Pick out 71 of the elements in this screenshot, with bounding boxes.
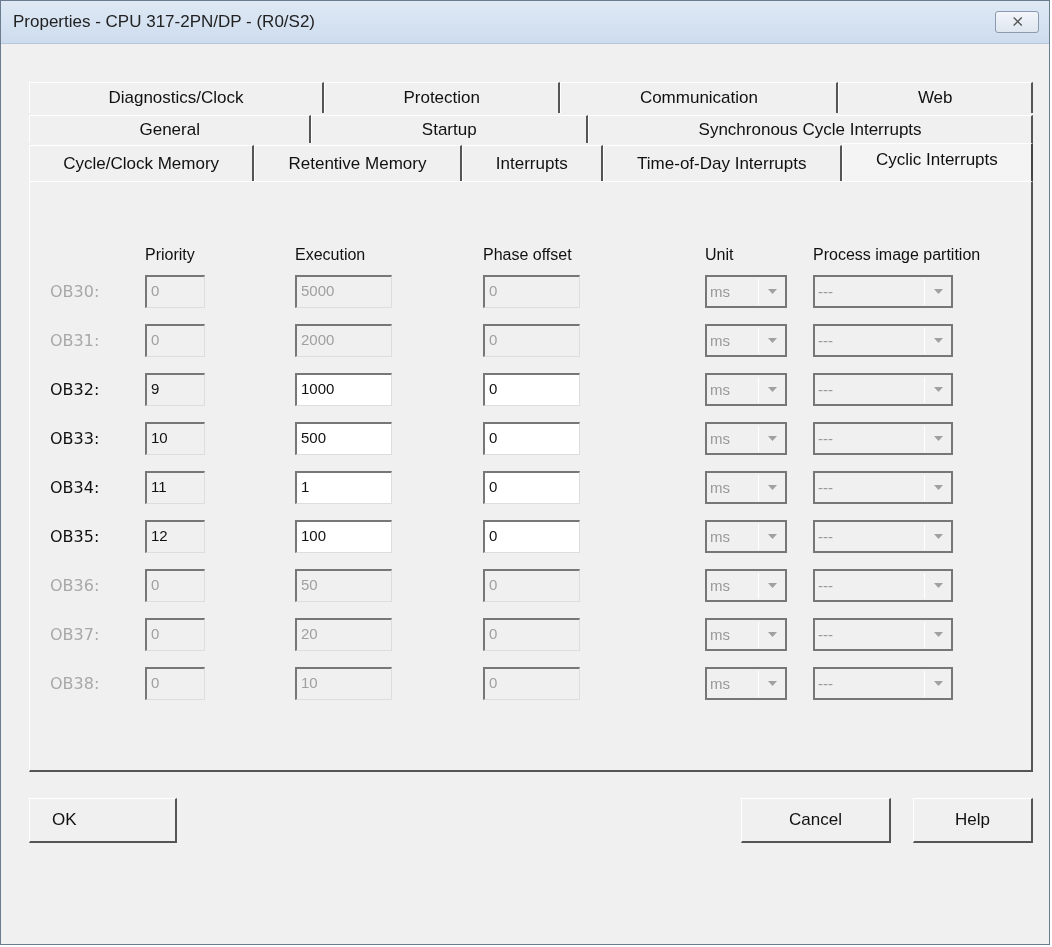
dropdown[interactable]: --- [813, 471, 953, 504]
ok-button[interactable]: OK [29, 798, 177, 843]
dropdown[interactable]: --- [813, 373, 953, 406]
phase-offset-field[interactable]: 0 [483, 667, 580, 700]
tab[interactable]: Cyclic Interrupts [841, 143, 1033, 181]
tab[interactable]: Diagnostics/Clock [29, 82, 324, 113]
column-header: Process image partition [813, 246, 982, 264]
priority-field[interactable]: 12 [145, 520, 205, 553]
column-header: Unit [705, 246, 735, 264]
window-title: Properties - CPU 317-2PN/DP - (R0/S2) [13, 12, 315, 32]
dropdown[interactable]: --- [813, 569, 953, 602]
phase-offset-field[interactable]: 0 [483, 324, 580, 357]
phase-offset-field[interactable]: 0 [483, 471, 580, 504]
dropdown[interactable]: ms [705, 373, 787, 406]
priority-field[interactable]: 0 [145, 324, 205, 357]
dropdown[interactable]: --- [813, 520, 953, 553]
row-label: OB34: [50, 478, 101, 497]
execution-field[interactable]: 2000 [295, 324, 392, 357]
close-button[interactable]: ⨯ [995, 11, 1039, 33]
dropdown[interactable]: --- [813, 618, 953, 651]
row-label: OB36: [50, 576, 101, 595]
phase-offset-field[interactable]: 0 [483, 618, 580, 651]
execution-field[interactable]: 10 [295, 667, 392, 700]
dropdown[interactable]: ms [705, 422, 787, 455]
execution-field[interactable]: 20 [295, 618, 392, 651]
execution-field[interactable]: 1 [295, 471, 392, 504]
tab[interactable]: Startup [311, 115, 589, 143]
phase-offset-field[interactable]: 0 [483, 373, 580, 406]
row-label: OB33: [50, 429, 101, 448]
row-label: OB31: [50, 331, 101, 350]
column-header: Priority [145, 246, 196, 264]
priority-field[interactable]: 0 [145, 275, 205, 308]
execution-field[interactable]: 100 [295, 520, 392, 553]
priority-field[interactable]: 11 [145, 471, 205, 504]
row-label: OB37: [50, 625, 101, 644]
execution-field[interactable]: 1000 [295, 373, 392, 406]
tab[interactable]: General [29, 115, 312, 143]
dropdown[interactable]: ms [705, 471, 787, 504]
priority-field[interactable]: 10 [145, 422, 205, 455]
priority-field[interactable]: 0 [145, 667, 205, 700]
dropdown[interactable]: ms [705, 520, 787, 553]
dropdown[interactable]: --- [813, 324, 953, 357]
priority-field[interactable]: 0 [145, 569, 205, 602]
tab[interactable]: Protection [324, 82, 561, 113]
phase-offset-field[interactable]: 0 [483, 275, 580, 308]
dropdown[interactable]: --- [813, 667, 953, 700]
phase-offset-field[interactable]: 0 [483, 520, 580, 553]
execution-field[interactable]: 5000 [295, 275, 392, 308]
row-label: OB32: [50, 380, 101, 399]
execution-field[interactable]: 500 [295, 422, 392, 455]
dropdown[interactable]: --- [813, 275, 953, 308]
cancel-button[interactable]: Cancel [741, 798, 891, 843]
help-button[interactable]: Help [913, 798, 1033, 843]
dropdown[interactable]: ms [705, 618, 787, 651]
dropdown[interactable]: ms [705, 275, 787, 308]
priority-field[interactable]: 9 [145, 373, 205, 406]
tab[interactable]: Web [838, 82, 1033, 113]
dropdown[interactable]: ms [705, 569, 787, 602]
row-label: OB35: [50, 527, 101, 546]
execution-field[interactable]: 50 [295, 569, 392, 602]
priority-field[interactable]: 0 [145, 618, 205, 651]
dropdown[interactable]: --- [813, 422, 953, 455]
column-header: Execution [295, 246, 367, 264]
phase-offset-field[interactable]: 0 [483, 569, 580, 602]
dropdown[interactable]: ms [705, 324, 787, 357]
phase-offset-field[interactable]: 0 [483, 422, 580, 455]
row-label: OB38: [50, 674, 101, 693]
row-label: OB30: [50, 282, 101, 301]
column-header: Phase offset [483, 246, 573, 264]
dropdown[interactable]: ms [705, 667, 787, 700]
tab[interactable]: Communication [560, 82, 839, 113]
